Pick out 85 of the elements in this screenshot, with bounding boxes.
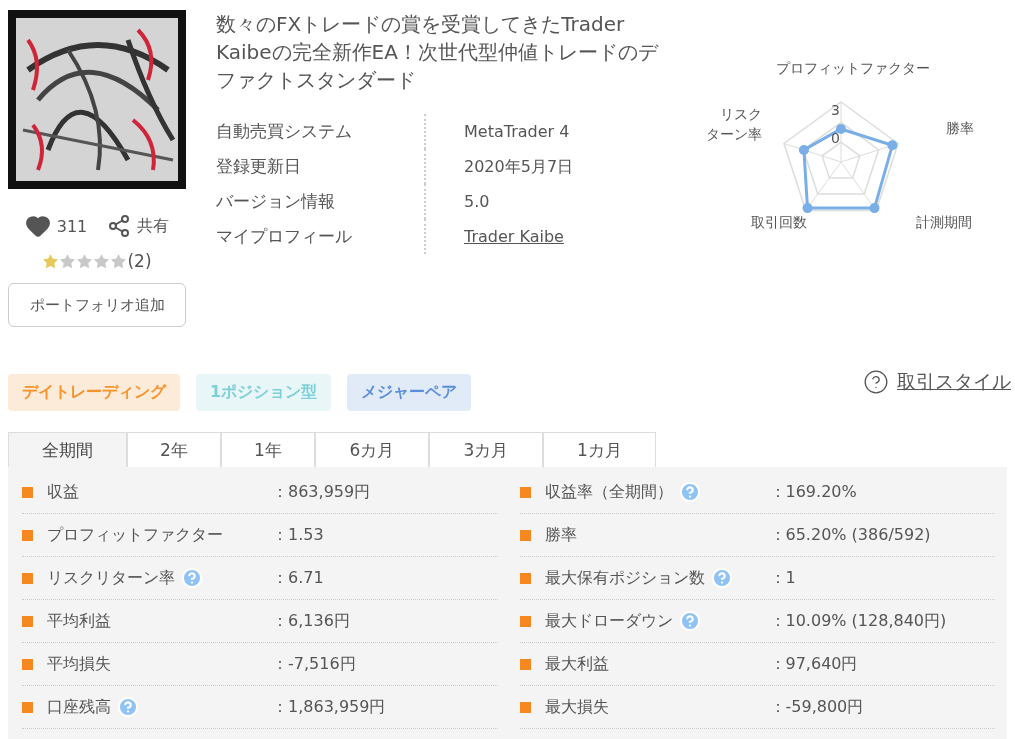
stat-label: リスクリターン率 bbox=[47, 567, 175, 589]
stat-value: ：1.53 bbox=[272, 524, 324, 546]
period-tab[interactable]: 2年 bbox=[127, 432, 221, 467]
bullet-icon bbox=[22, 529, 33, 541]
like-count: 311 bbox=[56, 216, 88, 236]
radar-tick-label: 0 bbox=[831, 129, 840, 148]
style-tag: デイトレーディング bbox=[8, 373, 180, 411]
star-icon bbox=[42, 252, 60, 270]
stat-value: ：97,640円 bbox=[769, 653, 858, 675]
stat-label: 勝率 bbox=[544, 524, 577, 546]
stat-label: 最大ドローダウン bbox=[544, 610, 673, 632]
radar-point bbox=[836, 124, 846, 134]
help-icon[interactable] bbox=[710, 567, 733, 589]
bullet-icon bbox=[22, 701, 33, 713]
stat-value: ：10.09% (128,840円) bbox=[769, 610, 947, 632]
stat-value: ：169.20% bbox=[769, 481, 857, 503]
stat-value: ：863,959円 bbox=[272, 481, 371, 503]
stat-value: ：1,863,959円 bbox=[272, 696, 386, 718]
bullet-icon bbox=[519, 529, 531, 541]
info-label: バージョン情報 bbox=[216, 191, 335, 211]
info-value: MetaTrader 4 bbox=[464, 122, 570, 141]
bullet-icon bbox=[519, 486, 531, 498]
radar-point bbox=[798, 144, 809, 155]
bullet-icon bbox=[22, 615, 33, 627]
style-tag: メジャーペア bbox=[347, 373, 472, 411]
info-value: 5.0 bbox=[464, 192, 490, 211]
stat-value: ：65.20% (386/592) bbox=[769, 524, 931, 546]
radar-axis-label: 取引回数 bbox=[751, 213, 807, 232]
stat-value: ：-59,800円 bbox=[769, 696, 864, 718]
stat-label: 平均損失 bbox=[47, 653, 111, 675]
stat-label: 最大保有ポジション数 bbox=[544, 567, 705, 589]
stat-label: 収益 bbox=[47, 481, 79, 503]
radar-axis-label: 計測期間 bbox=[916, 213, 972, 232]
bullet-icon bbox=[22, 572, 33, 584]
style-tag: 1ポジション型 bbox=[196, 373, 332, 411]
help-icon bbox=[863, 369, 889, 395]
bullet-icon bbox=[519, 658, 531, 670]
bullet-icon bbox=[22, 658, 33, 670]
help-icon[interactable] bbox=[678, 481, 701, 503]
period-tab[interactable]: 1カ月 bbox=[543, 432, 656, 467]
stat-label: 平均利益 bbox=[47, 610, 111, 632]
help-icon[interactable] bbox=[678, 610, 701, 632]
bullet-icon bbox=[519, 572, 531, 584]
star-icon bbox=[76, 252, 94, 270]
period-tab[interactable]: 全期間 bbox=[8, 432, 127, 467]
radar-point bbox=[869, 203, 880, 214]
period-tab[interactable]: 3カ月 bbox=[429, 432, 543, 467]
help-icon[interactable] bbox=[181, 567, 203, 589]
bullet-icon bbox=[519, 615, 531, 627]
radar-axis-label: 勝率 bbox=[946, 119, 974, 138]
radar-point bbox=[802, 203, 813, 214]
bullet-icon bbox=[22, 486, 33, 498]
heart-icon[interactable] bbox=[24, 213, 51, 239]
stat-label: プロフィットファクター bbox=[47, 524, 223, 546]
share-label: 共有 bbox=[137, 215, 170, 237]
info-value: 2020年5月7日 bbox=[464, 157, 574, 176]
period-tab[interactable]: 1年 bbox=[221, 432, 315, 467]
stat-value: ：6,136円 bbox=[272, 610, 350, 632]
period-tab[interactable]: 6カ月 bbox=[315, 432, 429, 467]
star-icon bbox=[93, 252, 111, 270]
bullet-icon bbox=[519, 701, 531, 713]
info-label: 自動売買システム bbox=[216, 121, 352, 141]
star-icon bbox=[59, 252, 77, 270]
stat-label: 最大利益 bbox=[544, 653, 609, 675]
star-icon bbox=[110, 252, 128, 270]
stat-value: ：1 bbox=[769, 567, 796, 589]
stat-label: 収益率（全期間） bbox=[544, 481, 673, 503]
share-icon[interactable] bbox=[107, 214, 132, 238]
stat-value: ：-7,516円 bbox=[272, 653, 356, 675]
radar-axis-label: ターン率 bbox=[706, 125, 762, 144]
radar-axis-label: プロフィットファクター bbox=[776, 59, 930, 78]
profile-link[interactable]: Trader Kaibe bbox=[464, 227, 564, 246]
rating-count: (2) bbox=[127, 251, 152, 271]
radar-axis-label: リスク bbox=[720, 105, 762, 124]
trading-style-link[interactable]: 取引スタイル bbox=[863, 369, 1011, 395]
stat-label: 口座残高 bbox=[47, 696, 111, 718]
stat-value: ：6.71 bbox=[272, 567, 324, 589]
add-portfolio-button[interactable]: ポートフォリオ追加 bbox=[8, 283, 186, 327]
radar-tick-label: 3 bbox=[831, 101, 840, 120]
product-title: 数々のFXトレードの賞を受賞してきたTrader Kaibeの完全新作EA！次世代型仲値トレードのデファクトスタンダード bbox=[216, 11, 660, 94]
help-icon[interactable] bbox=[117, 696, 139, 718]
stat-label: 最大損失 bbox=[544, 696, 609, 718]
info-label: 登録更新日 bbox=[216, 156, 301, 176]
info-label: マイプロフィール bbox=[216, 226, 352, 246]
radar-point bbox=[887, 140, 898, 151]
